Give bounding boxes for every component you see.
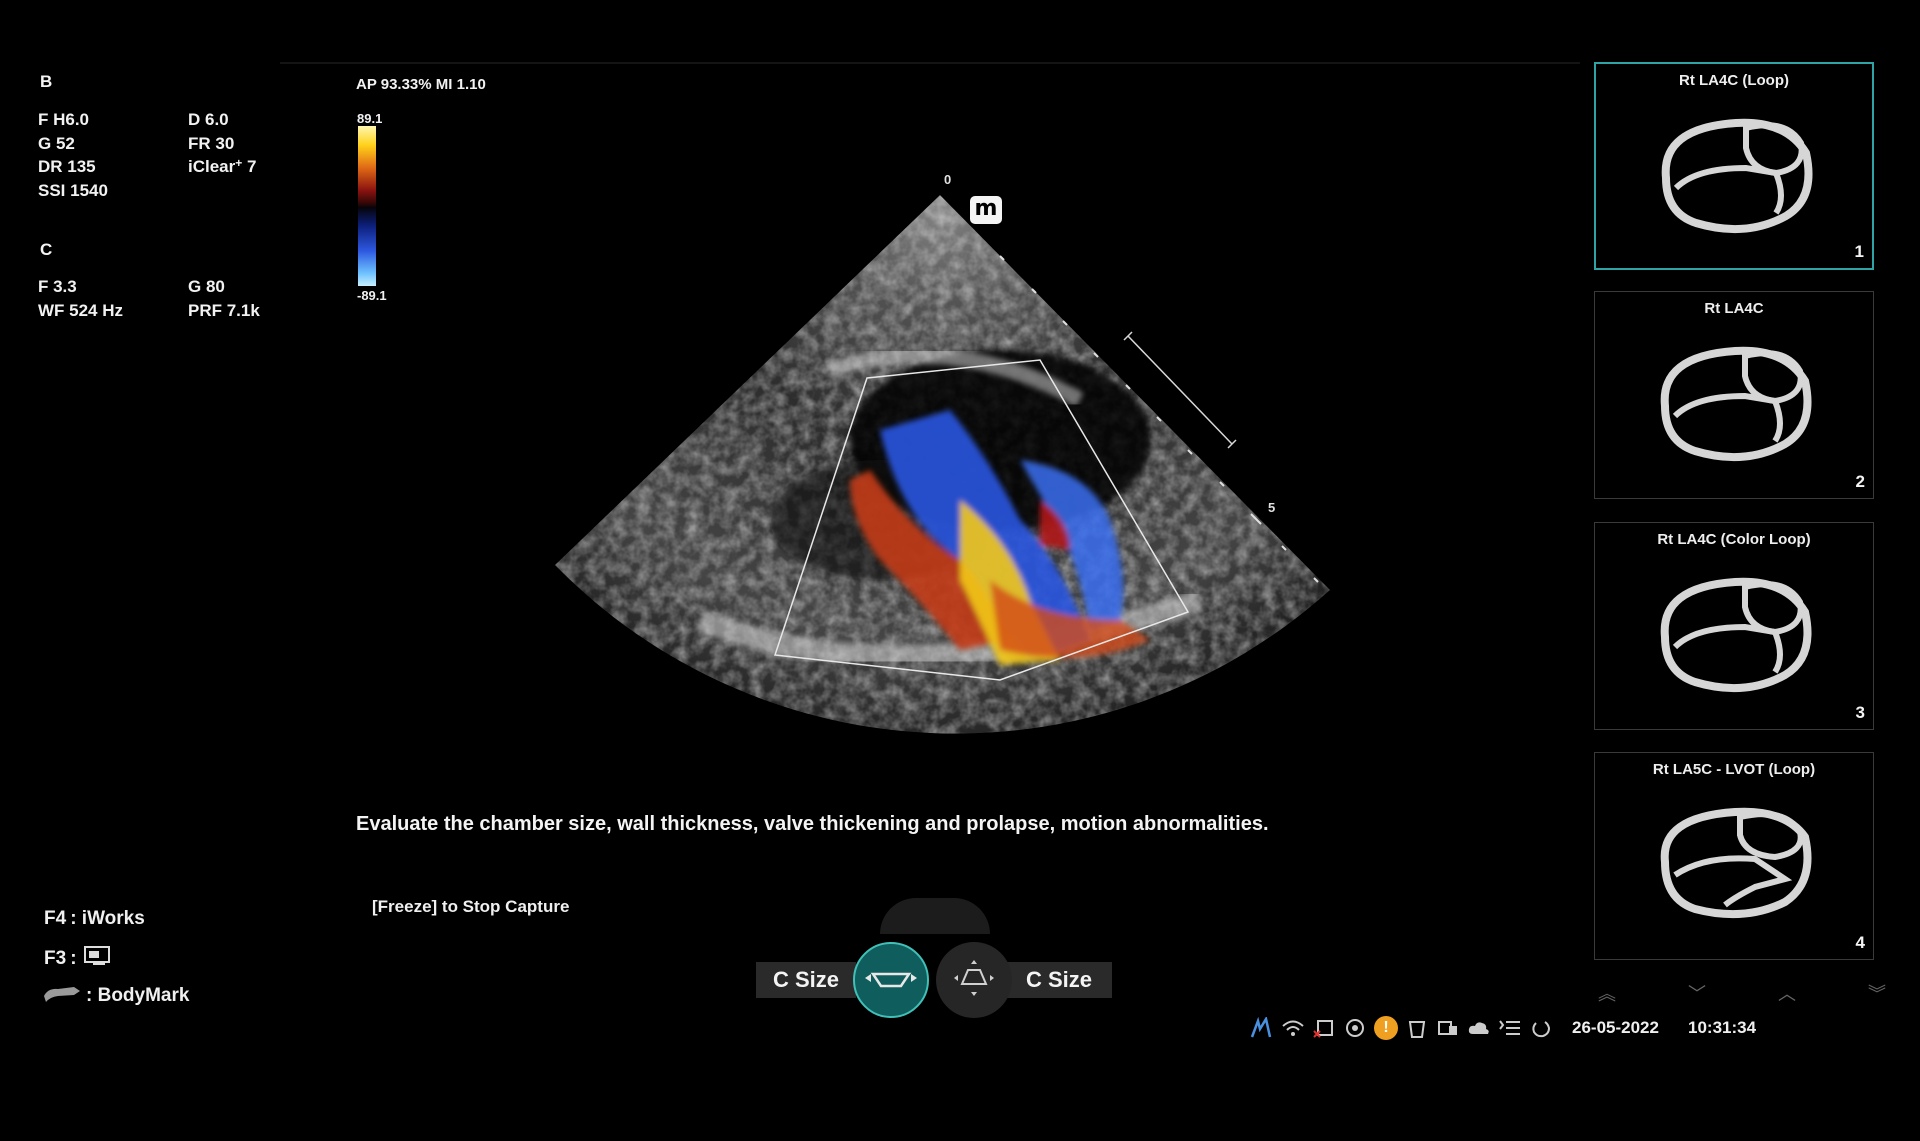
param-frequency: F H6.0 (38, 110, 90, 129)
b-mode-header: B (40, 72, 53, 91)
power-icon[interactable] (1529, 1017, 1553, 1039)
color-box-size-knob[interactable] (853, 942, 929, 1018)
trash-icon[interactable] (1405, 1017, 1429, 1039)
storage-icon[interactable] (1312, 1017, 1336, 1039)
sector-scan (555, 195, 1330, 734)
param-gain: G 52 (38, 133, 75, 153)
shortcut-key-f3: F3 (44, 948, 67, 969)
box-position-icon (951, 958, 997, 1003)
depth-label-mid: 5 (1268, 500, 1276, 515)
param-wall-filter: WF 524 Hz (38, 300, 124, 320)
shortcut-iworks[interactable]: F4 : iWorks (44, 908, 145, 930)
b-params-left: F H6.0 G 52 DR 135 SSI 1540 (38, 108, 108, 202)
orientation-marker: m (970, 196, 1002, 224)
box-size-icon (863, 964, 919, 997)
shortcut-label-bodymark: : BodyMark (86, 985, 190, 1006)
shortcut-label-iworks: : iWorks (70, 908, 145, 929)
shortcut-bodymark[interactable]: : BodyMark (42, 982, 189, 1010)
cloud-icon[interactable] (1467, 1017, 1491, 1039)
color-box-position-knob[interactable] (936, 942, 1012, 1018)
thumbnail-scroll-controls: ︽ ﹀ ︿ ︾ (1598, 980, 1886, 1004)
system-status-bar: ! (1250, 1014, 1553, 1042)
param-frame-rate: FR 30 (188, 133, 235, 153)
param-depth: D 6.0 (188, 110, 229, 129)
protocol-thumb-1[interactable]: Rt LA4C (Loop) 1 (1594, 62, 1874, 270)
knob-arc (880, 898, 990, 934)
thumb-title: Rt LA5C - LVOT (Loop) (1652, 761, 1816, 778)
status-time: 10:31:34 (1688, 1018, 1757, 1037)
heart-diagram-icon (1660, 807, 1812, 919)
thumb-title: Rt LA4C (Loop) (1679, 72, 1789, 89)
param-iclear: iClear+ 7 (188, 156, 257, 176)
protocol-thumb-4[interactable]: Rt LA5C - LVOT (Loop) 4 (1594, 752, 1874, 960)
c-size-left-button[interactable]: C Size (756, 962, 856, 998)
protocol-thumb-2[interactable]: Rt LA4C 2 (1594, 291, 1874, 499)
thumb-title: Rt LA4C (1704, 300, 1764, 317)
monitor-icon (81, 944, 117, 974)
shortcut-key-f4: F4 (44, 908, 67, 929)
instruction-text: Evaluate the chamber size, wall thicknes… (356, 813, 1269, 835)
scroll-bottom-icon[interactable]: ︾ (1868, 980, 1886, 1004)
thumb-title: Rt LA4C (Color Loop) (1657, 531, 1811, 548)
task-list-icon[interactable] (1498, 1017, 1522, 1039)
freeze-hint: [Freeze] to Stop Capture (372, 897, 570, 916)
b-params-right: D 6.0 FR 30 iClear+ 7 (188, 108, 256, 179)
device-icon[interactable] (1436, 1017, 1460, 1039)
c-size-right-button[interactable]: C Size (1006, 962, 1112, 998)
thumb-number: 3 (1855, 703, 1865, 722)
color-mode-header: C (40, 240, 53, 259)
param-color-gain: G 80 (188, 277, 225, 296)
status-date: 26-05-2022 (1572, 1018, 1659, 1037)
heart-diagram-icon (1661, 118, 1813, 234)
scroll-top-icon[interactable]: ︽ (1598, 980, 1616, 1004)
heart-diagram-icon (1660, 346, 1812, 462)
param-prf: PRF 7.1k (188, 300, 260, 320)
scroll-down-icon[interactable]: ﹀ (1688, 980, 1706, 1004)
c-params-left: F 3.3 WF 524 Hz (38, 275, 123, 322)
network-icon[interactable] (1250, 1017, 1274, 1039)
param-ssi: SSI 1540 (38, 180, 108, 200)
thumb-number: 4 (1855, 933, 1865, 952)
c-params-right: G 80 PRF 7.1k (188, 275, 260, 322)
probe-icon (42, 982, 82, 1010)
colorbar-min: -89.1 (357, 288, 387, 303)
wifi-icon[interactable] (1281, 1017, 1305, 1039)
param-dynamic-range: DR 135 (38, 157, 96, 176)
acoustic-power-readout: AP 93.33% MI 1.10 (356, 76, 486, 93)
printer-icon[interactable] (1343, 1017, 1367, 1039)
heart-diagram-icon (1660, 577, 1812, 693)
thumb-number: 2 (1855, 472, 1865, 491)
colorbar-max: 89.1 (357, 111, 383, 126)
param-color-frequency: F 3.3 (38, 277, 77, 296)
warning-icon[interactable]: ! (1374, 1016, 1398, 1040)
protocol-thumb-3[interactable]: Rt LA4C (Color Loop) 3 (1594, 522, 1874, 730)
shortcut-f3[interactable]: F3 : (44, 944, 117, 974)
velocity-colorbar (358, 126, 376, 286)
thumb-number: 1 (1854, 242, 1864, 261)
depth-label-top: 0 (944, 172, 952, 187)
scroll-up-icon[interactable]: ︿ (1778, 980, 1796, 1004)
